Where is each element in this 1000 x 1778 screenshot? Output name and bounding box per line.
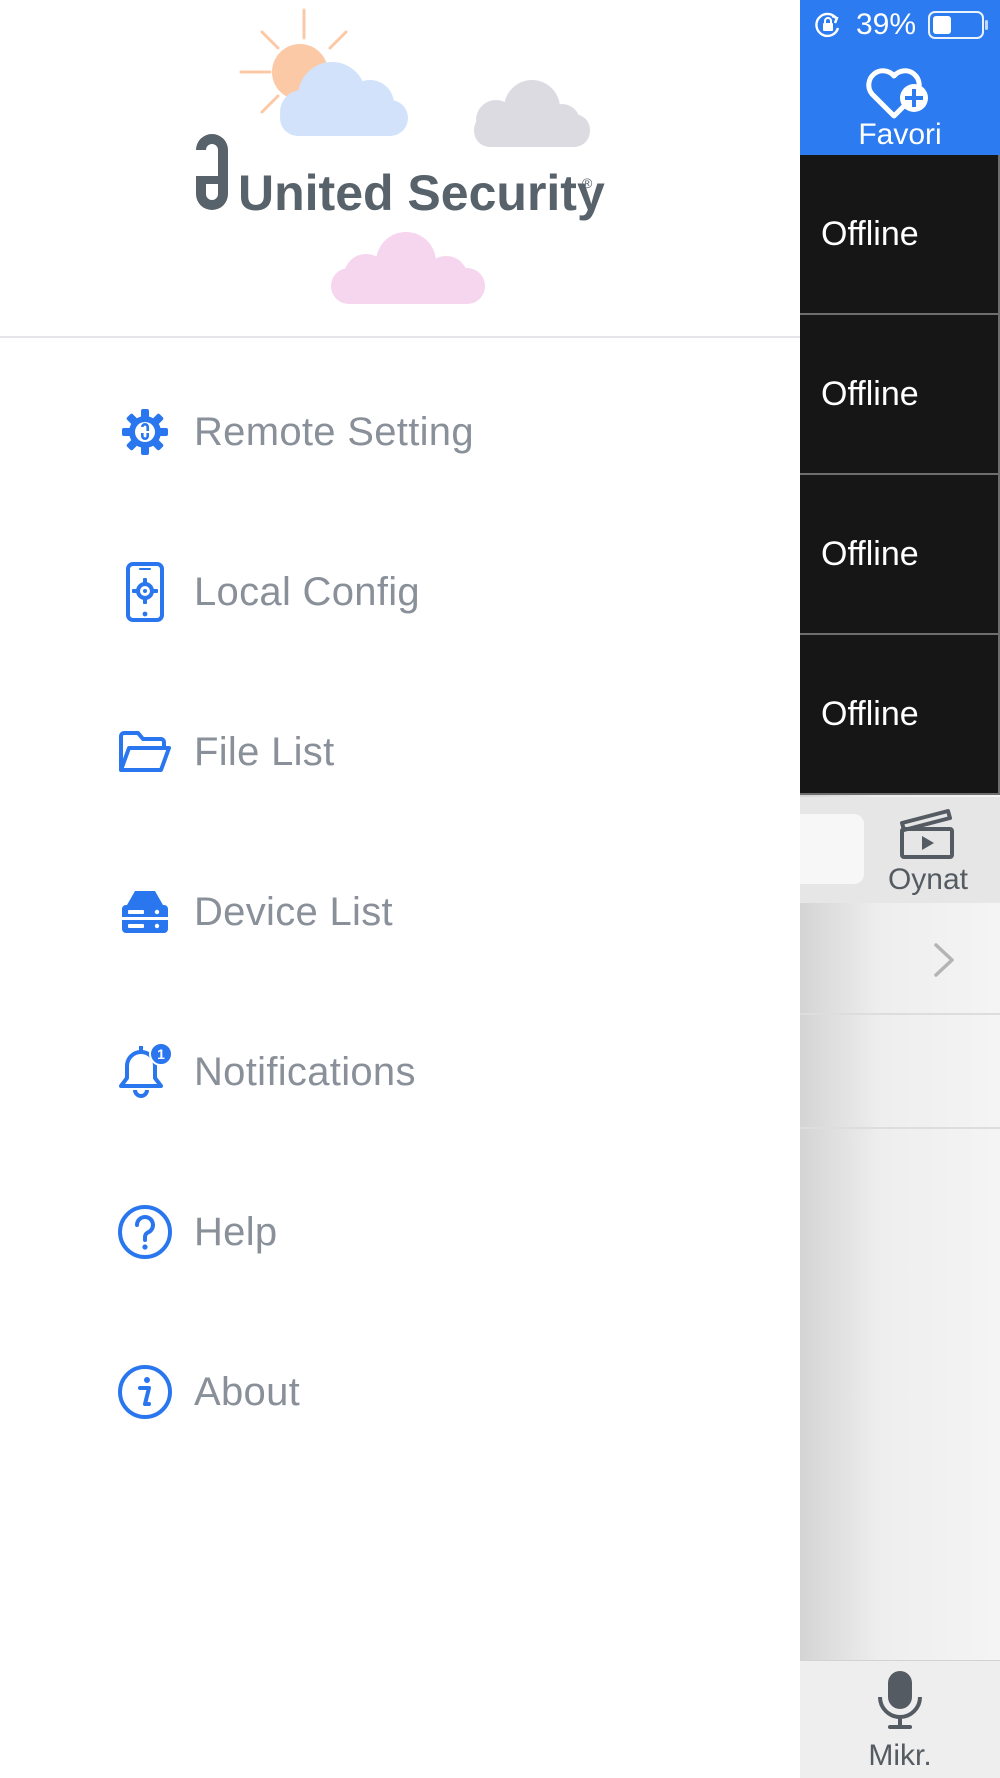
channel-grid: Offline Offline Offline Offline <box>800 155 1000 795</box>
channel-status: Offline <box>821 694 919 733</box>
pink-cloud-icon <box>331 232 485 304</box>
microphone-label[interactable]: Mikr. <box>800 1739 1000 1773</box>
battery-percentage: 39% <box>856 8 917 41</box>
drawer-menu: Remote Setting Local Config File List De… <box>0 352 800 1472</box>
channel-status: Offline <box>821 214 919 253</box>
notification-badge: 1 <box>157 1046 165 1062</box>
menu-label-local-config: Local Config <box>194 569 420 614</box>
united-security-logo-icon <box>196 134 228 210</box>
list-row[interactable] <box>800 1017 1000 1129</box>
device-server-icon <box>113 880 177 944</box>
menu-label-device-list: Device List <box>194 889 393 934</box>
question-circle-icon <box>113 1200 177 1264</box>
playback-toolbar: Oynat <box>800 797 1000 903</box>
app-screen: United Security ® Remote Setting Local C… <box>0 0 1000 1778</box>
list-row[interactable] <box>800 903 1000 1015</box>
phone-gear-icon <box>113 560 177 624</box>
menu-item-about[interactable]: About <box>0 1312 800 1472</box>
menu-item-local-config[interactable]: Local Config <box>0 512 800 672</box>
folder-icon <box>113 720 177 784</box>
menu-label-about: About <box>194 1369 301 1414</box>
channel-tile[interactable]: Offline <box>800 635 1000 795</box>
menu-label-help: Help <box>194 1209 278 1254</box>
status-bar: 39% <box>800 0 1000 50</box>
menu-item-file-list[interactable]: File List <box>0 672 800 832</box>
remote-setting-gear-icon <box>113 400 177 464</box>
play-label[interactable]: Oynat <box>880 863 976 897</box>
menu-label-file-list: File List <box>194 729 335 774</box>
weather-logo-illustration: United Security ® <box>196 8 605 304</box>
heart-plus-icon <box>866 68 928 119</box>
channel-status: Offline <box>821 534 919 573</box>
microphone-icon[interactable] <box>875 1669 925 1733</box>
channel-tile[interactable]: Offline <box>800 155 1000 315</box>
menu-item-notifications[interactable]: 1 Notifications <box>0 992 800 1152</box>
drawer-header: United Security ® <box>0 0 800 337</box>
menu-label-notifications: Notifications <box>194 1049 416 1094</box>
bell-icon: 1 <box>113 1040 177 1104</box>
side-drawer: United Security ® Remote Setting Local C… <box>0 0 800 1778</box>
channel-status: Offline <box>821 374 919 413</box>
menu-label-remote-setting: Remote Setting <box>194 409 474 454</box>
favorites-label: Favori <box>858 118 942 151</box>
brand-name: United Security <box>238 165 605 221</box>
clapperboard-play-icon[interactable] <box>898 805 956 861</box>
rotation-lock-icon <box>815 12 840 38</box>
menu-item-help[interactable]: Help <box>0 1152 800 1312</box>
menu-item-device-list[interactable]: Device List <box>0 832 800 992</box>
main-view-peek: 39% Favori Offline Offline Offline Offli… <box>800 0 1000 1778</box>
header-divider <box>0 336 800 338</box>
battery-icon <box>928 11 988 39</box>
channel-tile[interactable]: Offline <box>800 315 1000 475</box>
menu-item-remote-setting[interactable]: Remote Setting <box>0 352 800 512</box>
chevron-right-icon <box>934 943 954 977</box>
info-circle-icon <box>113 1360 177 1424</box>
favorites-button[interactable]: Favori <box>800 50 1000 155</box>
registered-mark: ® <box>582 175 593 191</box>
channel-tile[interactable]: Offline <box>800 475 1000 635</box>
toolbar-segment[interactable] <box>800 814 864 884</box>
grey-cloud-icon <box>474 80 590 147</box>
bottom-bar: Mikr. <box>800 1660 1000 1778</box>
